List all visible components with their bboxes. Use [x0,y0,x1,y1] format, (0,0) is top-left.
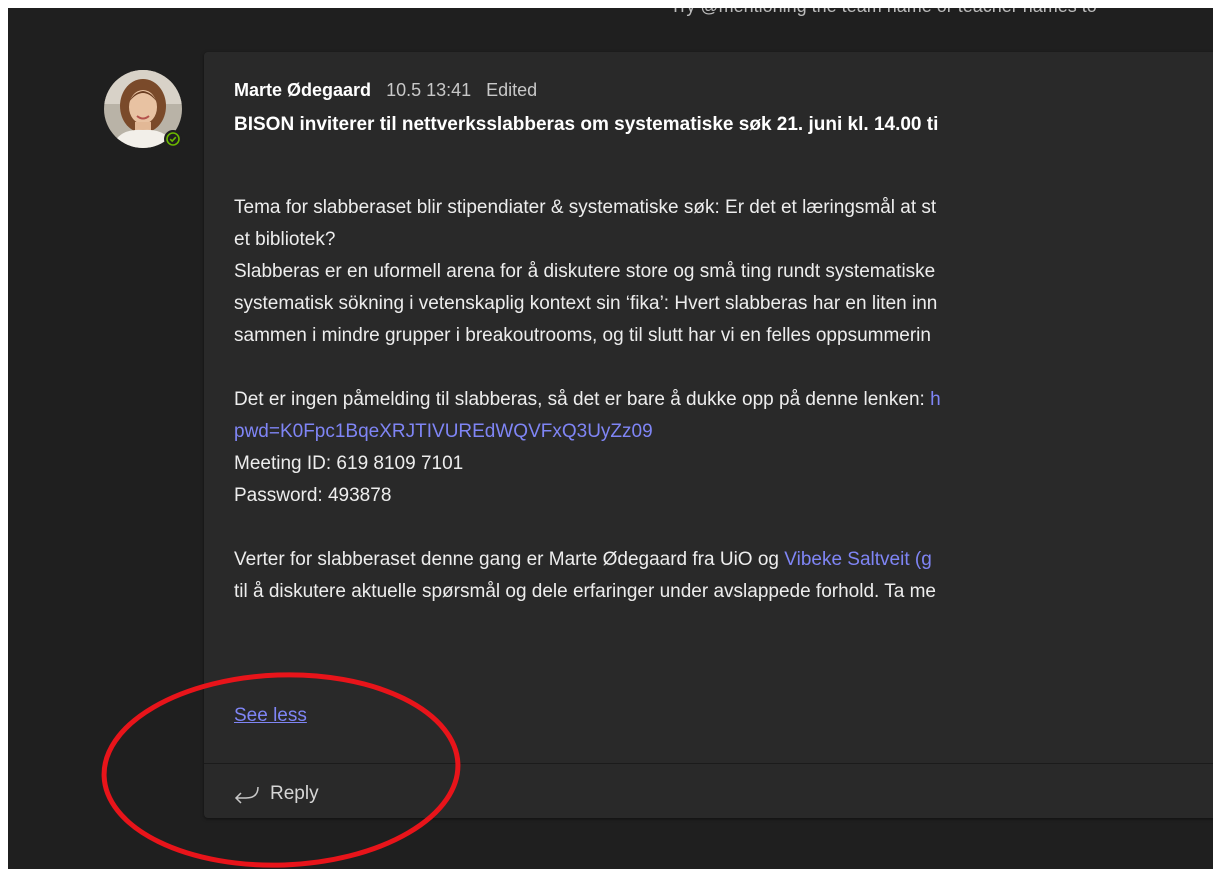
message-timestamp: 10.5 13:41 [386,80,472,100]
compose-hint: Try @mentioning the team name or teacher… [670,8,1213,17]
body-text: Verter for slabberaset denne gang er Mar… [234,549,785,570]
teams-channel-view: Try @mentioning the team name or teacher… [8,8,1213,869]
body-line: et bibliotek? [234,229,336,250]
body-line: pwd=K0Fpc1BqeXRJTIVUREdWQVFxQ3UyZz09 [234,416,1213,448]
edited-label: Edited [486,80,538,100]
meeting-password: Password: 493878 [234,485,392,506]
message-body: Tema for slabberaset blir stipendiater &… [234,192,1213,608]
reply-arrow-icon [234,786,259,804]
message-card: Marte Ødegaard 10.5 13:41 Edited BISON i… [204,52,1213,818]
meeting-link-continued[interactable]: pwd=K0Fpc1BqeXRJTIVUREdWQVFxQ3UyZz09 [234,421,653,442]
body-line: Verter for slabberaset denne gang er Mar… [234,544,1213,576]
divider [204,763,1213,764]
body-line: Tema for slabberaset blir stipendiater &… [234,197,937,218]
meeting-link[interactable]: h [930,389,941,410]
body-line: systematisk sökning i vetenskaplig konte… [234,293,938,314]
see-less-link[interactable]: See less [234,705,307,727]
author-name[interactable]: Marte Ødegaard [234,80,371,100]
body-line: til å diskutere aktuelle spørsmål og del… [234,581,936,602]
reply-button[interactable]: Reply [232,777,319,811]
body-line: sammen i mindre grupper i breakoutrooms,… [234,325,931,346]
body-line: Det er ingen påmelding til slabberas, så… [234,384,1213,416]
available-check-icon [166,132,180,146]
mention-link[interactable]: Vibeke Saltveit (g [784,549,932,570]
message-header: Marte Ødegaard 10.5 13:41 Edited [234,80,537,101]
body-line: Slabberas er en uformell arena for å dis… [234,261,936,282]
message-subject: BISON inviterer til nettverksslabberas o… [234,114,939,135]
body-text: Det er ingen påmelding til slabberas, så… [234,389,931,410]
meeting-id: Meeting ID: 619 8109 7101 [234,453,464,474]
reply-label: Reply [270,783,319,804]
presence-status [164,130,182,148]
